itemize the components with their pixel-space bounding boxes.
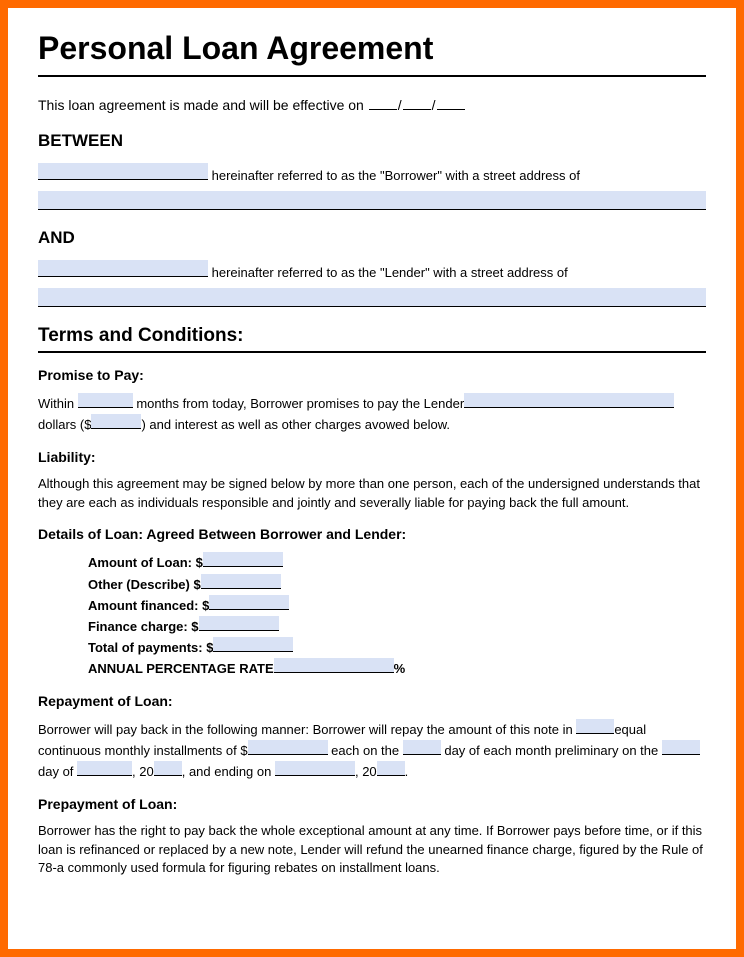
document-page: Personal Loan Agreement This loan agreem…	[0, 0, 744, 957]
borrower-text: hereinafter referred to as the "Borrower…	[208, 168, 580, 183]
start-day-field[interactable]	[662, 740, 700, 755]
amount-of-loan-field[interactable]	[203, 552, 283, 567]
promise-b: months from today, Borrower promises to …	[133, 396, 464, 411]
percent-label: %	[394, 661, 406, 676]
promise-d: ) and interest as well as other charges …	[141, 417, 450, 432]
prepayment-text: Borrower has the right to pay back the w…	[38, 822, 706, 879]
repay-f: , 20	[132, 764, 154, 779]
liability-text: Although this agreement may be signed be…	[38, 475, 706, 513]
repayment-heading: Repayment of Loan:	[38, 693, 706, 709]
repay-d: day of each month preliminary on the	[441, 743, 662, 758]
title-rule	[38, 75, 706, 77]
document-title: Personal Loan Agreement	[38, 30, 706, 67]
promise-c: dollars ($	[38, 417, 91, 432]
repay-a: Borrower will pay back in the following …	[38, 722, 576, 737]
apr-field[interactable]	[274, 658, 394, 673]
amount-label: Amount of Loan: $	[88, 555, 203, 570]
lender-block: hereinafter referred to as the "Lender" …	[38, 260, 706, 307]
between-heading: BETWEEN	[38, 131, 706, 151]
repay-i: .	[405, 764, 409, 779]
promise-heading: Promise to Pay:	[38, 367, 706, 383]
intro-text: This loan agreement is made and will be …	[38, 97, 364, 113]
and-heading: AND	[38, 228, 706, 248]
date-month-field[interactable]	[369, 109, 397, 110]
finance-charge-field[interactable]	[199, 616, 279, 631]
borrower-name-field[interactable]	[38, 163, 208, 180]
terms-heading: Terms and Conditions:	[38, 325, 706, 347]
apr-label: ANNUAL PERCENTAGE RATE	[88, 661, 274, 676]
months-field[interactable]	[78, 393, 133, 408]
financed-field[interactable]	[209, 595, 289, 610]
prepayment-heading: Prepayment of Loan:	[38, 796, 706, 812]
other-label: Other (Describe) $	[88, 577, 201, 592]
total-field[interactable]	[213, 637, 293, 652]
terms-rule	[38, 351, 706, 353]
end-year-field[interactable]	[377, 761, 405, 776]
installment-amount-field[interactable]	[248, 740, 328, 755]
repay-h: , 20	[355, 764, 377, 779]
financed-label: Amount financed: $	[88, 598, 209, 613]
start-month-field[interactable]	[77, 761, 132, 776]
amount-words-field[interactable]	[464, 393, 674, 408]
repay-g: , and ending on	[182, 764, 275, 779]
due-day-field[interactable]	[403, 740, 441, 755]
lender-text: hereinafter referred to as the "Lender" …	[208, 265, 568, 280]
repay-c: each on the	[328, 743, 403, 758]
liability-heading: Liability:	[38, 449, 706, 465]
date-year-field[interactable]	[437, 109, 465, 110]
borrower-address-field[interactable]	[38, 191, 706, 210]
end-month-field[interactable]	[275, 761, 355, 776]
lender-address-field[interactable]	[38, 288, 706, 307]
promise-a: Within	[38, 396, 78, 411]
finance-charge-label: Finance charge: $	[88, 619, 199, 634]
start-year-field[interactable]	[154, 761, 182, 776]
intro-line: This loan agreement is made and will be …	[38, 97, 706, 113]
borrower-block: hereinafter referred to as the "Borrower…	[38, 163, 706, 210]
repay-e: day of	[38, 764, 77, 779]
details-heading: Details of Loan: Agreed Between Borrower…	[38, 526, 706, 542]
other-field[interactable]	[201, 574, 281, 589]
repayment-text: Borrower will pay back in the following …	[38, 719, 706, 782]
promise-text: Within months from today, Borrower promi…	[38, 393, 706, 435]
date-day-field[interactable]	[403, 109, 431, 110]
total-label: Total of payments: $	[88, 640, 213, 655]
lender-name-field[interactable]	[38, 260, 208, 277]
installment-count-field[interactable]	[576, 719, 614, 734]
amount-dollars-field[interactable]	[91, 414, 141, 429]
loan-details-list: Amount of Loan: $ Other (Describe) $ Amo…	[88, 552, 706, 679]
